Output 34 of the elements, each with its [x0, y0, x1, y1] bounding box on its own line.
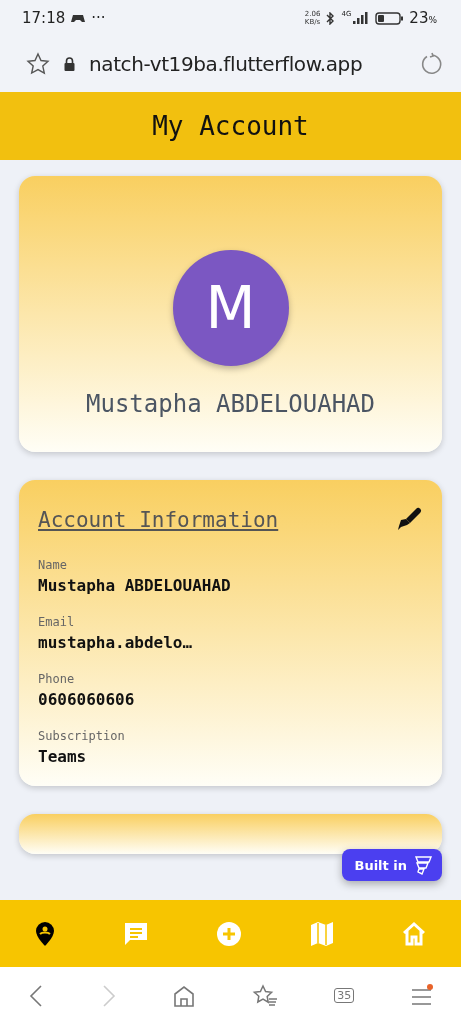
avatar: M [172, 250, 289, 366]
battery-level: 23% [409, 9, 437, 27]
url-field[interactable]: natch-vt19ba.flutterflow.app [89, 52, 405, 76]
more-indicator: ··· [91, 9, 106, 27]
reload-icon[interactable] [419, 52, 443, 76]
built-in-badge[interactable]: Built in [342, 849, 442, 881]
back-icon[interactable] [28, 983, 45, 1008]
home-icon[interactable] [173, 984, 196, 1007]
field-label: Phone [38, 672, 76, 686]
field-label: Subscription [38, 729, 126, 743]
game-controller-icon [71, 13, 86, 23]
bluetooth-icon [326, 11, 336, 25]
add-icon [216, 920, 243, 947]
message-icon [123, 920, 150, 947]
star-icon[interactable] [26, 52, 50, 76]
field-value: 0606060606 [38, 690, 136, 709]
lock-icon [64, 57, 75, 71]
field-value: Teams [38, 747, 88, 766]
field-label: Email [38, 615, 76, 629]
map-icon [309, 920, 334, 947]
battery-icon [375, 11, 404, 25]
page-title: My Account [152, 111, 309, 141]
bookmarks-icon[interactable] [251, 983, 278, 1008]
profile-name: Mustapha ABDELOUAHAD [86, 390, 375, 418]
section-title: Account Information [38, 508, 279, 532]
clock: 17:18 [22, 9, 66, 27]
tabs-button[interactable]: 35 [334, 988, 355, 1003]
field-value: Mustapha ABDELOUAHAD [38, 576, 232, 595]
field-label: Name [38, 558, 68, 572]
home-icon [401, 920, 428, 947]
location-pin-icon [33, 920, 56, 947]
signal-icon [353, 12, 370, 24]
field-value: mustapha.abdelo… [38, 633, 194, 652]
menu-icon[interactable] [410, 983, 433, 1008]
